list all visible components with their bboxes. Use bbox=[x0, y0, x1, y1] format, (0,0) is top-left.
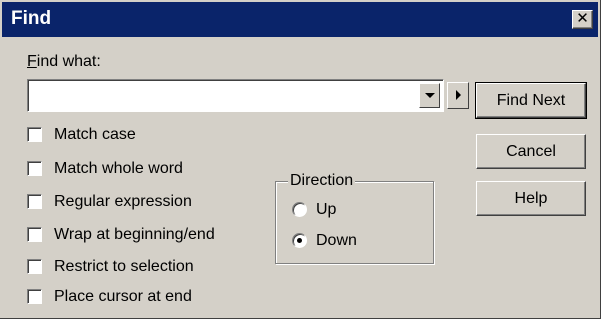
direction-up-label: Up bbox=[316, 201, 337, 218]
find-what-combobox[interactable] bbox=[27, 79, 444, 112]
title-bar[interactable]: Find ✕ bbox=[2, 2, 598, 37]
find-what-input[interactable] bbox=[31, 83, 415, 108]
find-history-dropdown-button[interactable] bbox=[419, 83, 440, 108]
find-dialog: Find ✕ Find what: Find Next Cancel Help … bbox=[0, 0, 601, 319]
close-button[interactable]: ✕ bbox=[572, 10, 593, 29]
regular-expression-checkbox[interactable] bbox=[27, 194, 42, 209]
match-whole-word-label: Match whole word bbox=[54, 160, 183, 177]
window-title: Find bbox=[11, 8, 52, 29]
close-icon: ✕ bbox=[576, 10, 589, 27]
find-next-button[interactable]: Find Next bbox=[475, 82, 587, 119]
place-cursor-at-end-checkbox[interactable] bbox=[27, 289, 42, 304]
direction-down-label: Down bbox=[316, 232, 357, 249]
restrict-to-selection-label: Restrict to selection bbox=[54, 258, 194, 275]
cancel-button[interactable]: Cancel bbox=[476, 134, 586, 169]
match-case-label: Match case bbox=[54, 126, 136, 143]
regex-helper-button[interactable] bbox=[447, 82, 469, 109]
direction-legend: Direction bbox=[288, 171, 356, 191]
wrap-checkbox[interactable] bbox=[27, 227, 42, 242]
help-button[interactable]: Help bbox=[476, 181, 586, 216]
restrict-to-selection-checkbox[interactable] bbox=[27, 259, 42, 274]
arrow-right-icon bbox=[456, 90, 461, 100]
match-case-checkbox[interactable] bbox=[27, 127, 42, 142]
direction-up-radio[interactable] bbox=[292, 202, 307, 217]
find-what-label: Find what: bbox=[27, 53, 101, 70]
place-cursor-at-end-label: Place cursor at end bbox=[54, 288, 192, 305]
chevron-down-icon bbox=[425, 93, 435, 98]
regular-expression-label: Regular expression bbox=[54, 193, 192, 210]
direction-group: Direction Up Down bbox=[275, 171, 434, 264]
direction-down-radio[interactable] bbox=[292, 233, 307, 248]
wrap-label: Wrap at beginning/end bbox=[54, 226, 215, 243]
match-whole-word-checkbox[interactable] bbox=[27, 161, 42, 176]
